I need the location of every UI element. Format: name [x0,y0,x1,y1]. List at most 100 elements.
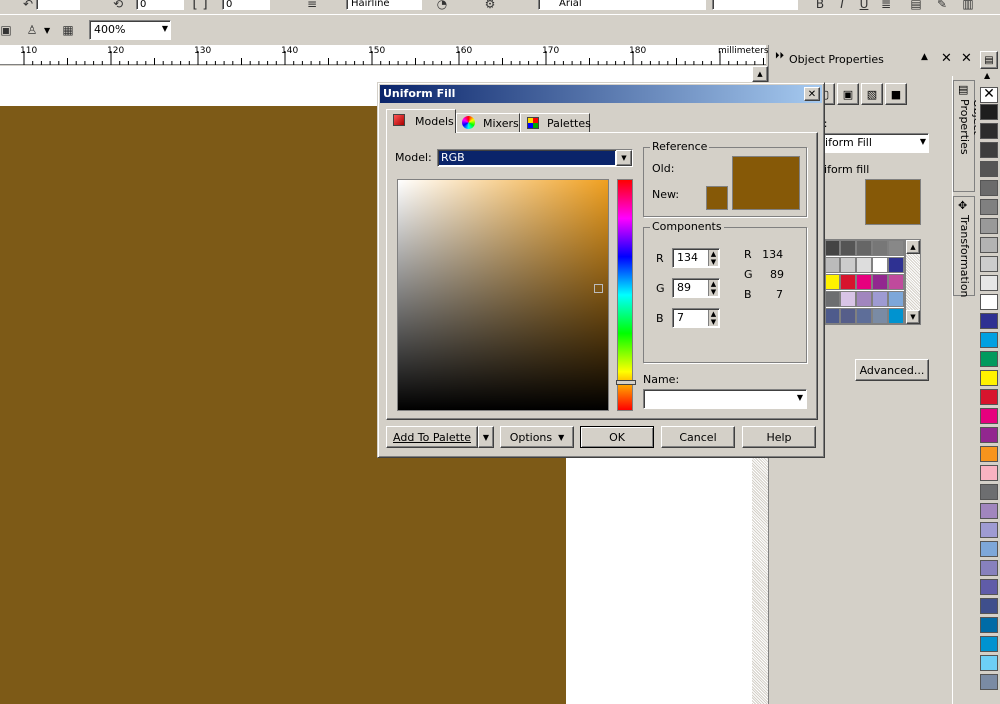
font-size-select[interactable] [712,0,798,10]
b-spinner[interactable]: 7 ▲ ▼ [672,308,720,328]
docker-close-all-icon[interactable]: ✕ [961,51,972,66]
palette-swatch[interactable] [980,237,998,253]
hue-slider[interactable] [616,179,636,411]
docker-palette-swatch[interactable] [872,257,888,273]
palette-scroll-down[interactable]: ▼ [906,310,920,324]
palette-swatch[interactable] [980,275,998,291]
docker-palette-swatch[interactable] [826,240,840,256]
docker-palette-swatch[interactable] [888,274,904,290]
tab-square-icon[interactable]: ■ [885,83,907,105]
b-spin-arrows[interactable]: ▲ ▼ [708,310,718,326]
palette-swatch[interactable] [980,199,998,215]
gear-icon[interactable]: ⚙ [480,0,500,14]
import-icon[interactable]: ▣ [0,20,16,40]
palette-swatch[interactable] [980,351,998,367]
palette-swatch[interactable] [980,104,998,120]
advanced-button[interactable]: Advanced... [855,359,929,381]
docker-palette-swatch[interactable] [826,274,840,290]
docker-close-icon[interactable]: ✕ [941,51,952,66]
color-field[interactable] [397,179,609,411]
tab-pattern-icon[interactable]: ▧ [861,83,883,105]
g-spinner[interactable]: 89 ▲ ▼ [672,278,720,298]
r-spin-arrows[interactable]: ▲ ▼ [708,250,718,266]
bold-icon[interactable]: B [810,0,830,14]
palette-swatch[interactable] [980,142,998,158]
zoom-select[interactable]: 400% ▼ [89,20,171,40]
palette-swatch[interactable] [980,503,998,519]
size-input[interactable] [36,0,80,10]
chevron-down-icon[interactable]: ▼ [162,24,168,33]
palette-swatch[interactable] [980,389,998,405]
palette-swatch[interactable] [980,636,998,652]
docker-palette-swatch[interactable] [826,257,840,273]
docker-palette-swatch[interactable] [856,308,872,324]
g-spin-arrows[interactable]: ▲ ▼ [708,280,718,296]
docker-palette-swatch[interactable] [826,308,840,324]
docker-palette-swatch[interactable] [888,291,904,307]
chevron-down-icon[interactable]: ▼ [797,393,803,402]
outline-style-select[interactable]: Hairline [346,0,422,10]
palette-swatch[interactable] [980,313,998,329]
palette-swatch[interactable] [980,123,998,139]
palette-swatch[interactable] [980,579,998,595]
outline-pen-icon[interactable]: ≡ [302,0,322,14]
palette-swatch[interactable] [980,674,998,690]
font-select[interactable]: Arial [538,0,706,10]
help-button[interactable]: Help [742,426,816,448]
palette-swatch[interactable] [980,560,998,576]
ok-button[interactable]: OK [580,426,654,448]
palette-swatch[interactable] [980,522,998,538]
align-icon[interactable]: ≣ [876,0,896,14]
pattern-icon[interactable]: ▦ [58,20,78,40]
docker-grip-icon[interactable]: ⏵⏵ [775,51,784,61]
docker-palette-swatch[interactable] [872,274,888,290]
palette-swatch[interactable] [980,598,998,614]
italic-icon[interactable]: I [832,0,852,14]
docker-palette-swatch[interactable] [872,308,888,324]
docker-palette-swatch[interactable] [826,291,840,307]
vertical-text-icon[interactable]: ▥ [958,0,978,14]
palette-swatch[interactable] [980,294,998,310]
docker-palette-swatch[interactable] [856,291,872,307]
palette-scroll-up-icon[interactable]: ▲ [984,71,990,80]
palette-swatch[interactable] [980,617,998,633]
docker-palette-swatch[interactable] [856,240,872,256]
r-spinner[interactable]: 134 ▲ ▼ [672,248,720,268]
no-fill-swatch[interactable]: ✕ [980,87,998,103]
palette-menu-icon[interactable]: ▤ [980,51,998,69]
palette-swatch[interactable] [980,332,998,348]
options-button[interactable]: Options ▼ [500,426,574,448]
docker-palette-grid[interactable] [825,239,905,325]
docker-palette-swatch[interactable] [888,257,904,273]
text-format-icon[interactable]: ▤ [906,0,926,14]
palette-swatch[interactable] [980,408,998,424]
docker-palette-swatch[interactable] [872,291,888,307]
back-arrow-icon[interactable]: ↶ [18,0,38,14]
launcher-dropdown-icon[interactable]: ▼ [44,26,50,35]
docker-pin-icon[interactable]: ▲ [921,52,928,62]
tab-object-properties[interactable]: ▤ Object Properties [953,80,984,192]
docker-palette-swatch[interactable] [888,240,904,256]
docker-palette-swatch[interactable] [856,257,872,273]
palette-swatch[interactable] [980,218,998,234]
fill-type-select[interactable]: Uniform Fill ▼ [810,133,929,153]
palette-swatch[interactable] [980,256,998,272]
docker-palette-scrollbar[interactable]: ▲ ▼ [905,239,921,325]
dialog-close-button[interactable]: ✕ [804,87,820,101]
palette-swatch[interactable] [980,655,998,671]
corner-spin-b[interactable]: 0 [222,0,270,10]
tab-mixers[interactable]: Mixers [456,113,520,133]
docker-palette-swatch[interactable] [856,274,872,290]
palette-swatch[interactable] [980,484,998,500]
color-field-marker[interactable] [594,284,603,293]
order-icon[interactable]: ◔ [432,0,452,14]
corner-bracket-icon[interactable]: [ ] [190,0,210,14]
docker-palette-swatch[interactable] [840,240,856,256]
palette-swatch[interactable] [980,541,998,557]
tab-transformation[interactable]: ✥ Transformation [953,196,975,298]
palette-swatch[interactable] [980,180,998,196]
chevron-down-icon[interactable]: ▼ [920,137,926,146]
docker-palette-swatch[interactable] [840,291,856,307]
palette-swatch[interactable] [980,446,998,462]
palette-swatch[interactable] [980,161,998,177]
